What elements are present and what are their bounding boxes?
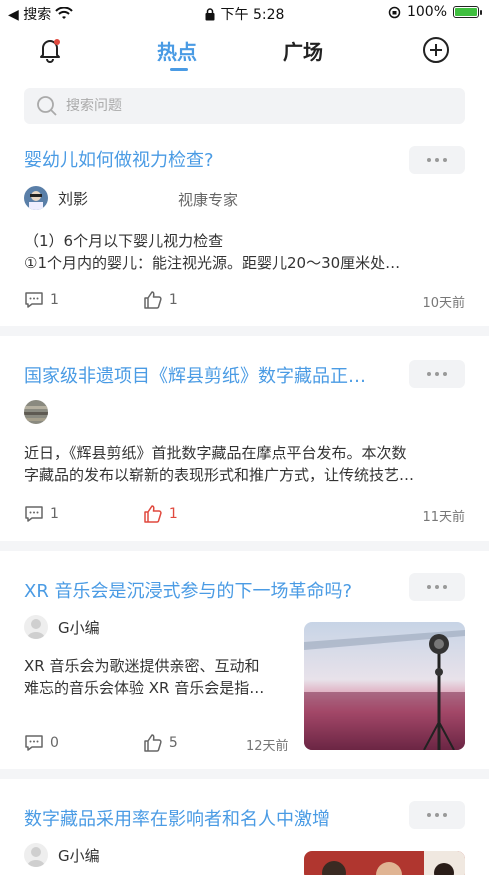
excerpt-line: 难忘的音乐会体验 XR 音乐会是指… bbox=[24, 679, 265, 697]
question-card[interactable]: 婴幼儿如何做视力检查? 刘影 视康专家 （1）6个月以下婴儿视力检查 ①1个月内… bbox=[0, 134, 489, 326]
battery-icon bbox=[453, 6, 482, 18]
tab-square[interactable]: 广场 bbox=[283, 36, 323, 65]
avatar bbox=[24, 615, 48, 639]
comment-count: 1 bbox=[50, 292, 59, 308]
add-circle-icon[interactable] bbox=[422, 36, 450, 64]
active-tab-indicator bbox=[170, 68, 188, 71]
author-name: G小编 bbox=[58, 846, 100, 865]
card-divider bbox=[0, 769, 489, 779]
avatar bbox=[24, 400, 48, 424]
question-card[interactable]: XR 音乐会是沉浸式参与的下一场革命吗? G小编 XR 音乐会为歌迷提供亲密、互… bbox=[0, 551, 489, 769]
card-title[interactable]: XR 音乐会是沉浸式参与的下一场革命吗? bbox=[24, 577, 394, 603]
card-excerpt: XR 音乐会为歌迷提供亲密、互动和 难忘的音乐会体验 XR 音乐会是指… bbox=[24, 655, 264, 699]
comment-icon bbox=[25, 506, 43, 522]
card-divider bbox=[0, 326, 489, 336]
avatar bbox=[24, 186, 48, 210]
post-time: 11天前 bbox=[422, 510, 465, 525]
search-icon bbox=[37, 96, 57, 116]
card-divider bbox=[0, 541, 489, 551]
excerpt-line: ①1个月内的婴儿：能注视光源。距婴儿20～30厘米处… bbox=[24, 254, 401, 272]
post-time: 10天前 bbox=[422, 296, 465, 311]
bell-icon[interactable] bbox=[36, 36, 64, 64]
author-name: 刘影 bbox=[58, 189, 89, 208]
status-bar: ◀ 搜索 下午 5:28 100% bbox=[0, 0, 489, 26]
author-info[interactable]: G小编 bbox=[24, 843, 100, 867]
comment-button[interactable]: 1 bbox=[24, 505, 59, 523]
more-options-button[interactable] bbox=[409, 146, 465, 174]
card-excerpt: （1）6个月以下婴儿视力检查 ①1个月内的婴儿：能注视光源。距婴儿20～30厘米… bbox=[24, 230, 400, 274]
question-card[interactable]: 国家级非遗项目《辉县剪纸》数字藏品正… 近日，《辉县剪纸》首批数字藏品在摩点平台… bbox=[0, 336, 489, 541]
like-button[interactable]: 1 bbox=[143, 504, 178, 524]
author-role: 视康专家 bbox=[178, 191, 239, 209]
excerpt-line: 字藏品的发布以崭新的表现形式和推广方式，让传统技艺… bbox=[24, 466, 415, 484]
card-meta: 1 1 bbox=[24, 290, 178, 310]
author-info[interactable] bbox=[24, 400, 48, 424]
question-card[interactable]: 数字藏品采用率在影响者和名人中激增 G小编 bbox=[0, 779, 489, 875]
search-input[interactable] bbox=[66, 98, 426, 114]
comment-count: 1 bbox=[50, 506, 59, 522]
thumbs-up-icon bbox=[144, 291, 162, 309]
card-meta: 1 1 bbox=[24, 504, 178, 524]
concert-thumbnail[interactable] bbox=[304, 622, 465, 750]
lock-icon bbox=[205, 7, 215, 20]
author-name: G小编 bbox=[58, 618, 100, 637]
orientation-lock-icon bbox=[388, 6, 401, 18]
post-time: 12天前 bbox=[246, 739, 289, 754]
excerpt-line: 近日，《辉县剪纸》首批数字藏品在摩点平台发布。本次数 bbox=[24, 444, 407, 462]
article-thumbnail[interactable] bbox=[304, 851, 465, 875]
thumbs-up-icon bbox=[144, 734, 162, 752]
more-options-button[interactable] bbox=[409, 360, 465, 388]
card-excerpt: 近日，《辉县剪纸》首批数字藏品在摩点平台发布。本次数 字藏品的发布以崭新的表现形… bbox=[24, 442, 414, 486]
more-options-button[interactable] bbox=[409, 573, 465, 601]
excerpt-line: （1）6个月以下婴儿视力检查 bbox=[24, 232, 224, 250]
avatar bbox=[24, 843, 48, 867]
excerpt-line: XR 音乐会为歌迷提供亲密、互动和 bbox=[24, 657, 260, 675]
comment-button[interactable]: 0 bbox=[24, 734, 59, 752]
status-right: 100% bbox=[388, 4, 482, 20]
thumbs-up-liked-icon bbox=[144, 505, 162, 523]
like-count: 1 bbox=[168, 292, 178, 308]
tab-hot[interactable]: 热点 bbox=[157, 36, 197, 65]
search-bar[interactable] bbox=[24, 88, 465, 124]
card-title[interactable]: 婴幼儿如何做视力检查? bbox=[24, 146, 394, 172]
more-options-button[interactable] bbox=[409, 801, 465, 829]
like-button[interactable]: 1 bbox=[143, 290, 178, 310]
card-title[interactable]: 国家级非遗项目《辉县剪纸》数字藏品正… bbox=[24, 362, 392, 388]
battery-percent: 100% bbox=[406, 4, 447, 20]
card-meta: 0 5 bbox=[24, 733, 178, 753]
clock: 下午 5:28 bbox=[220, 7, 285, 23]
comment-icon bbox=[25, 735, 43, 751]
card-title[interactable]: 数字藏品采用率在影响者和名人中激增 bbox=[24, 805, 394, 831]
like-count: 5 bbox=[168, 735, 178, 751]
like-button[interactable]: 5 bbox=[143, 733, 178, 753]
author-info[interactable]: G小编 bbox=[24, 615, 100, 639]
comment-count: 0 bbox=[50, 735, 59, 751]
like-count: 1 bbox=[168, 506, 178, 522]
author-info[interactable]: 刘影 bbox=[24, 186, 88, 210]
comment-icon bbox=[25, 292, 43, 308]
top-nav: 热点 广场 bbox=[0, 26, 489, 76]
comment-button[interactable]: 1 bbox=[24, 291, 59, 309]
